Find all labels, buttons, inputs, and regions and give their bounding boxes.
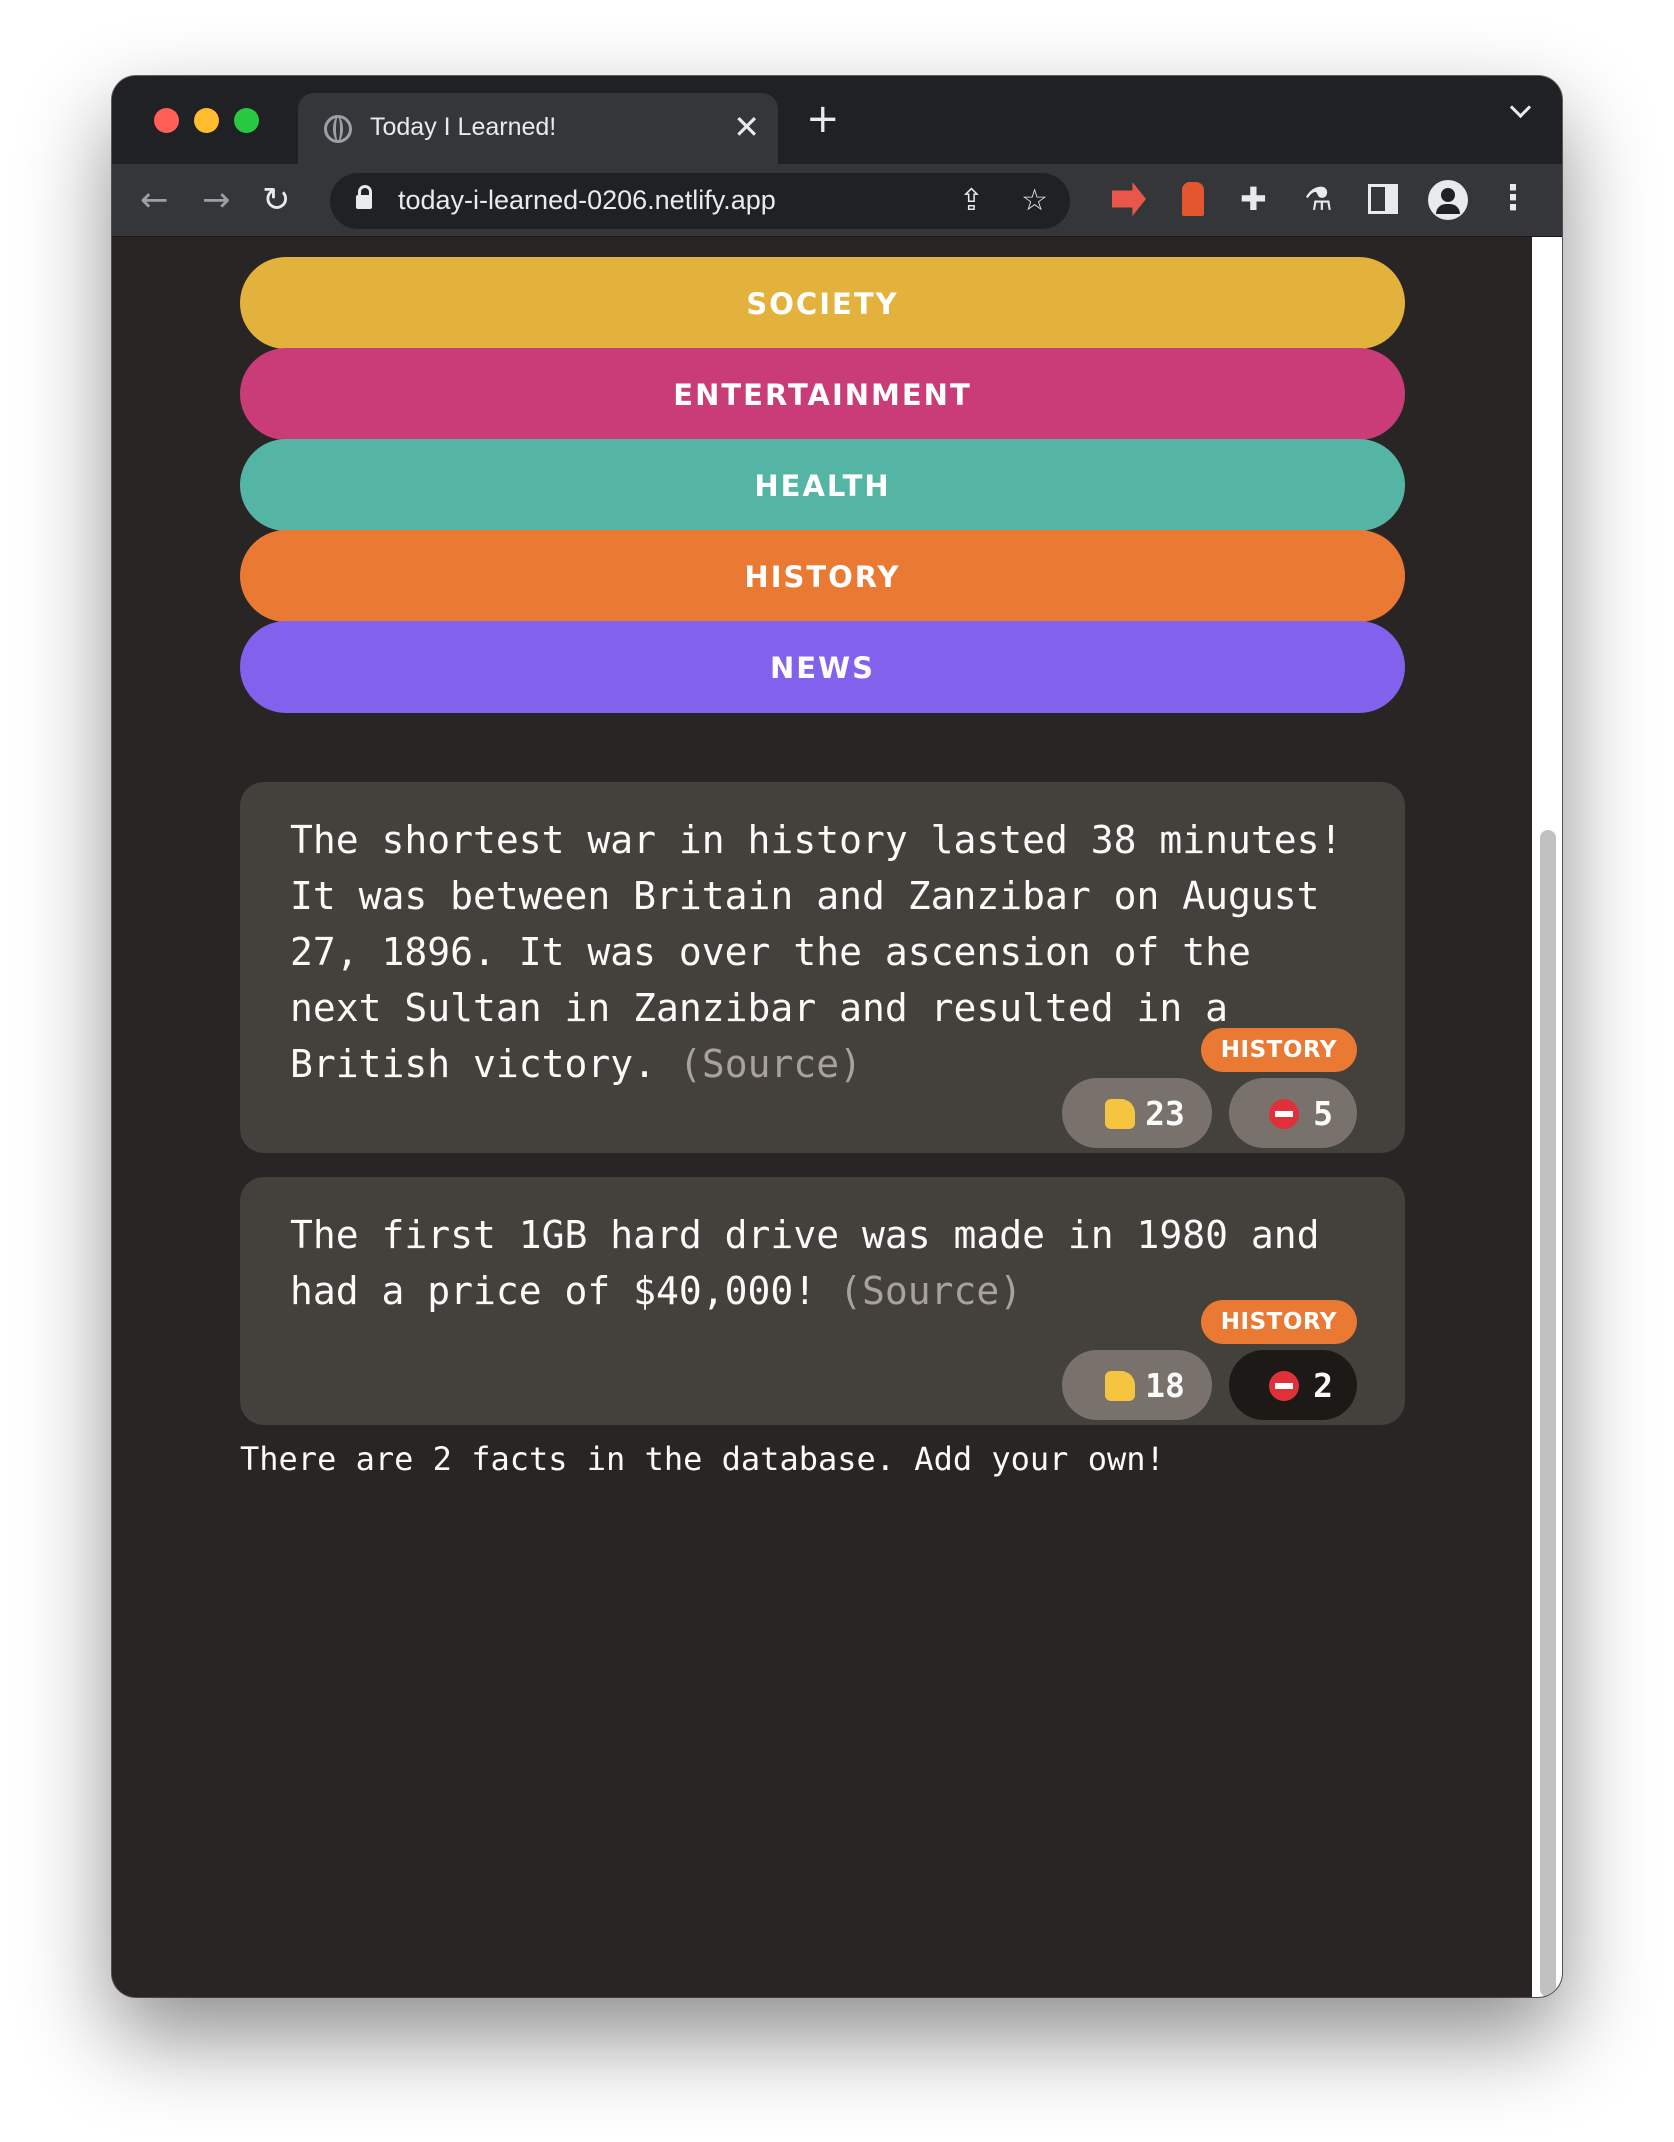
minimize-window-button[interactable] bbox=[194, 108, 219, 133]
thumbs-up-icon bbox=[1105, 1099, 1136, 1129]
source-link[interactable]: (Source) bbox=[839, 1269, 1022, 1313]
address-bar[interactable]: today-i-learned-0206.netlify.app ⇪ ☆ bbox=[330, 173, 1070, 229]
category-button-entertainment[interactable]: ENTERTAINMENT bbox=[240, 348, 1405, 440]
flask-icon[interactable]: ⚗ bbox=[1304, 182, 1338, 216]
browser-tab[interactable]: Today I Learned! ✕ bbox=[298, 93, 778, 164]
vote-interesting-button[interactable]: 23 bbox=[1062, 1078, 1212, 1148]
fact-text: The first 1GB hard drive was made in 198… bbox=[290, 1207, 1350, 1319]
thumbs-up-icon bbox=[1105, 1371, 1136, 1401]
fact-card: The shortest war in history lasted 38 mi… bbox=[240, 782, 1405, 1153]
zoom-window-button[interactable] bbox=[234, 108, 259, 133]
fact-text: The shortest war in history lasted 38 mi… bbox=[290, 812, 1350, 1092]
fact-text-body: The first 1GB hard drive was made in 198… bbox=[290, 1213, 1320, 1313]
category-button-news[interactable]: NEWS bbox=[240, 621, 1405, 713]
tab-bar: Today I Learned! ✕ + bbox=[112, 76, 1562, 164]
facts-count-text: There are 2 facts in the database. Add y… bbox=[240, 1440, 1165, 1478]
category-button-society[interactable]: SOCIETY bbox=[240, 257, 1405, 349]
page-content: SOCIETY ENTERTAINMENT HEALTH HISTORY NEW… bbox=[112, 237, 1562, 1997]
vote-false-button[interactable]: 5 bbox=[1229, 1078, 1357, 1148]
tab-title: Today I Learned! bbox=[370, 113, 557, 141]
chevron-down-icon[interactable] bbox=[1509, 96, 1532, 119]
menu-kebab-icon[interactable]: ⋮ bbox=[1496, 178, 1530, 218]
lock-icon[interactable] bbox=[356, 185, 372, 209]
extensions-puzzle-icon[interactable]: ✚ bbox=[1240, 182, 1274, 216]
url-text[interactable]: today-i-learned-0206.netlify.app bbox=[398, 185, 776, 216]
source-link[interactable]: (Source) bbox=[679, 1042, 862, 1086]
no-entry-icon bbox=[1269, 1371, 1300, 1401]
profile-avatar[interactable] bbox=[1428, 180, 1468, 220]
video-extension-icon[interactable] bbox=[1112, 182, 1146, 216]
vote-false-count: 5 bbox=[1313, 1094, 1333, 1133]
category-tag: HISTORY bbox=[1200, 1028, 1357, 1072]
reload-button[interactable]: ↻ bbox=[262, 180, 291, 220]
new-tab-button[interactable]: + bbox=[806, 96, 840, 142]
vote-false-count: 2 bbox=[1313, 1366, 1333, 1405]
browser-window: Today I Learned! ✕ + ← → ↻ today-i-learn… bbox=[112, 76, 1562, 1997]
back-button[interactable]: ← bbox=[140, 180, 169, 220]
vote-interesting-count: 18 bbox=[1145, 1366, 1185, 1405]
globe-icon bbox=[324, 115, 352, 143]
star-icon[interactable]: ☆ bbox=[1021, 183, 1048, 219]
forward-button[interactable]: → bbox=[202, 180, 231, 220]
vote-false-button[interactable]: 2 bbox=[1229, 1350, 1357, 1420]
fact-card: The first 1GB hard drive was made in 198… bbox=[240, 1177, 1405, 1425]
close-tab-icon[interactable]: ✕ bbox=[733, 107, 760, 147]
scrollbar-track[interactable] bbox=[1532, 237, 1562, 1997]
scrollbar-thumb[interactable] bbox=[1540, 830, 1556, 1997]
vote-interesting-button[interactable]: 18 bbox=[1062, 1350, 1212, 1420]
close-window-button[interactable] bbox=[154, 108, 179, 133]
no-entry-icon bbox=[1269, 1099, 1300, 1129]
category-button-health[interactable]: HEALTH bbox=[240, 439, 1405, 531]
lighthouse-extension-icon[interactable] bbox=[1182, 182, 1204, 216]
category-button-history[interactable]: HISTORY bbox=[240, 530, 1405, 622]
vote-interesting-count: 23 bbox=[1145, 1094, 1185, 1133]
browser-toolbar: ← → ↻ today-i-learned-0206.netlify.app ⇪… bbox=[112, 164, 1562, 237]
side-panel-icon[interactable] bbox=[1368, 184, 1398, 214]
share-icon[interactable]: ⇪ bbox=[959, 183, 984, 219]
category-tag: HISTORY bbox=[1200, 1300, 1357, 1344]
